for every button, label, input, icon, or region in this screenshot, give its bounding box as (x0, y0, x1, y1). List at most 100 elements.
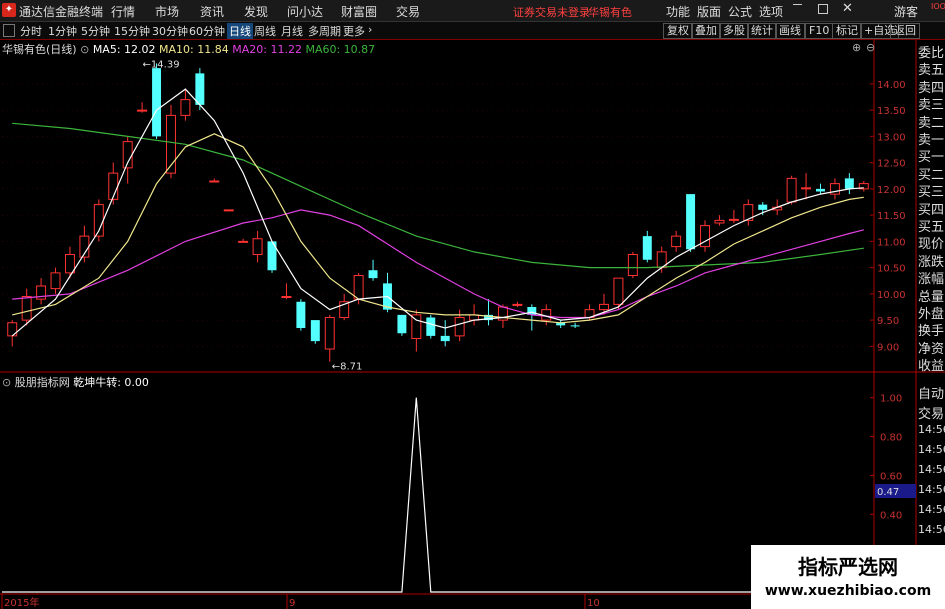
candle-body-up (627, 254, 638, 276)
quote-tab-1[interactable]: 卖五 (918, 59, 945, 78)
candle-body-down (368, 270, 378, 279)
y-tick-label: 10.00 (877, 290, 906, 301)
ma20-label: MA20: 11.22 (232, 43, 302, 56)
y-tick-label: 9.00 (877, 342, 899, 353)
trade-tab-1[interactable]: 交易 (918, 403, 945, 422)
quote-tab-13[interactable]: 涨幅 (918, 268, 945, 287)
candle-body-up (613, 277, 624, 305)
indicator-settings-icon[interactable]: ⊙ (2, 376, 11, 389)
quote-tab-14[interactable]: 总量 (918, 286, 945, 305)
indicator-line (2, 397, 874, 593)
candle-body-up (353, 275, 364, 300)
candle-body-down (296, 301, 306, 328)
candle-body-down (440, 335, 450, 342)
quote-tab-4[interactable]: 卖二 (918, 112, 945, 131)
candle-body-down (310, 320, 320, 342)
current-value-label: 0.47 (877, 487, 899, 498)
quote-tab-5[interactable]: 卖一 (918, 129, 945, 148)
candle-body-up (714, 219, 725, 224)
candle-body-up (324, 317, 335, 350)
watermark-title: 指标严选网 (798, 555, 898, 579)
candle-body-up (728, 218, 739, 221)
stock-name: 华锡有色 (2, 43, 46, 56)
candle-body-down (686, 194, 696, 250)
quote-tab-3[interactable]: 卖三 (918, 94, 945, 113)
candle-body-up (252, 238, 263, 255)
candle-body-down (816, 188, 825, 192)
x-tick-label: 10 (587, 598, 600, 609)
x-tick-label: 9 (289, 598, 295, 609)
candle-body-up (137, 109, 148, 112)
quote-tab-7[interactable]: 买二 (918, 164, 945, 183)
candle-body-up (599, 303, 609, 311)
y-tick-label: 12.50 (877, 159, 906, 170)
ma60-label: MA60: 10.87 (305, 43, 376, 56)
main-chart-header: 华锡有色(日线) ⊙ MA5: 12.02 MA10: 11.84 MA20: … (2, 41, 376, 56)
candle-body-up (238, 240, 249, 243)
watermark-url: www.xuezhibiao.com (764, 583, 932, 599)
candle-body-down (426, 317, 436, 336)
candle-body-up (223, 209, 234, 212)
ma60-line (12, 122, 864, 269)
trade-tab-0[interactable]: 自动 (918, 383, 945, 402)
x-tick-label: 2015年 (4, 596, 39, 609)
quote-tab-2[interactable]: 卖四 (918, 77, 945, 96)
candle-body-up (64, 254, 75, 274)
candle-body-up (454, 317, 465, 337)
chart-period: (日线) (46, 43, 77, 56)
kline-chart[interactable]: 9.00 9.50 10.00 10.50 11.00 11.50 12.00 12.50 13… (0, 0, 945, 609)
y-tick-label: 13.50 (877, 106, 906, 117)
low-price-label: ←8.71 (332, 362, 363, 373)
quote-tab-0[interactable]: 委比 (918, 42, 945, 61)
ma5-label: MA5: 12.02 (92, 43, 156, 56)
candle-body-down (152, 68, 162, 137)
trade-tab-5[interactable]: 14:56 (918, 483, 945, 496)
quote-tab-10[interactable]: 买五 (918, 216, 945, 235)
candle-body-up (801, 187, 812, 190)
quote-tab-8[interactable]: 买三 (918, 181, 945, 200)
y-tick-label: 14.00 (877, 80, 906, 91)
candle-body-down (642, 236, 652, 260)
high-price-label: ←14.39 (143, 59, 180, 70)
trade-tab-4[interactable]: 14:56 (918, 463, 945, 476)
watermark-logo: 指标严选网 www.xuezhibiao.com (751, 545, 945, 609)
ma10-label: MA10: 11.84 (159, 43, 229, 56)
quote-tab-12[interactable]: 涨跌 (918, 251, 945, 270)
candle-body-up (411, 314, 422, 339)
candle-body-up (281, 296, 292, 298)
indicator-value: 乾坤牛转: 0.00 (73, 376, 149, 389)
candle-body-down (758, 204, 768, 210)
y-tick-label: 11.00 (877, 237, 906, 248)
y-tick-label: 10.50 (877, 264, 906, 275)
zoom-in-icon[interactable]: ⊕ (852, 41, 861, 54)
sub-y-tick-label: 0.80 (880, 433, 902, 444)
candle-body-down (570, 325, 580, 327)
trade-tab-3[interactable]: 14:56 (918, 443, 945, 456)
indicator-source: 股朋指标网 (14, 376, 70, 389)
sub-y-tick-label: 1.00 (880, 394, 902, 405)
quote-tab-16[interactable]: 换手 (918, 320, 945, 339)
quote-tab-15[interactable]: 外盘 (918, 303, 945, 322)
quote-tab-17[interactable]: 净资 (918, 338, 945, 357)
candle-body-down (397, 314, 407, 334)
y-tick-label: 13.00 (877, 132, 906, 143)
quote-tab-6[interactable]: 买一 (918, 146, 945, 165)
zoom-out-icon[interactable]: ⊖ (866, 41, 875, 54)
sub-y-tick-label: 0.60 (880, 471, 902, 482)
quote-tab-18[interactable]: 收益 (918, 355, 945, 374)
trade-tab-6[interactable]: 14:56 (918, 503, 945, 516)
candle-body-up (21, 296, 32, 321)
y-tick-label: 9.50 (877, 316, 899, 327)
quote-tab-11[interactable]: 现价 (918, 233, 945, 252)
trade-tab-2[interactable]: 14:56 (918, 423, 945, 436)
candle-body-up (671, 235, 682, 248)
ma10-line (12, 133, 864, 324)
indicator-header: ⊙ 股朋指标网 乾坤牛转: 0.00 (2, 374, 149, 389)
settings-circle-icon[interactable]: ⊙ (80, 43, 89, 56)
candle-body-down (844, 178, 854, 189)
quote-tab-9[interactable]: 买四 (918, 199, 945, 218)
trade-tab-7[interactable]: 14:56 (918, 523, 945, 536)
candle-body-up (180, 99, 191, 116)
candle-body-down (195, 73, 205, 105)
ma5-line (11, 88, 864, 337)
